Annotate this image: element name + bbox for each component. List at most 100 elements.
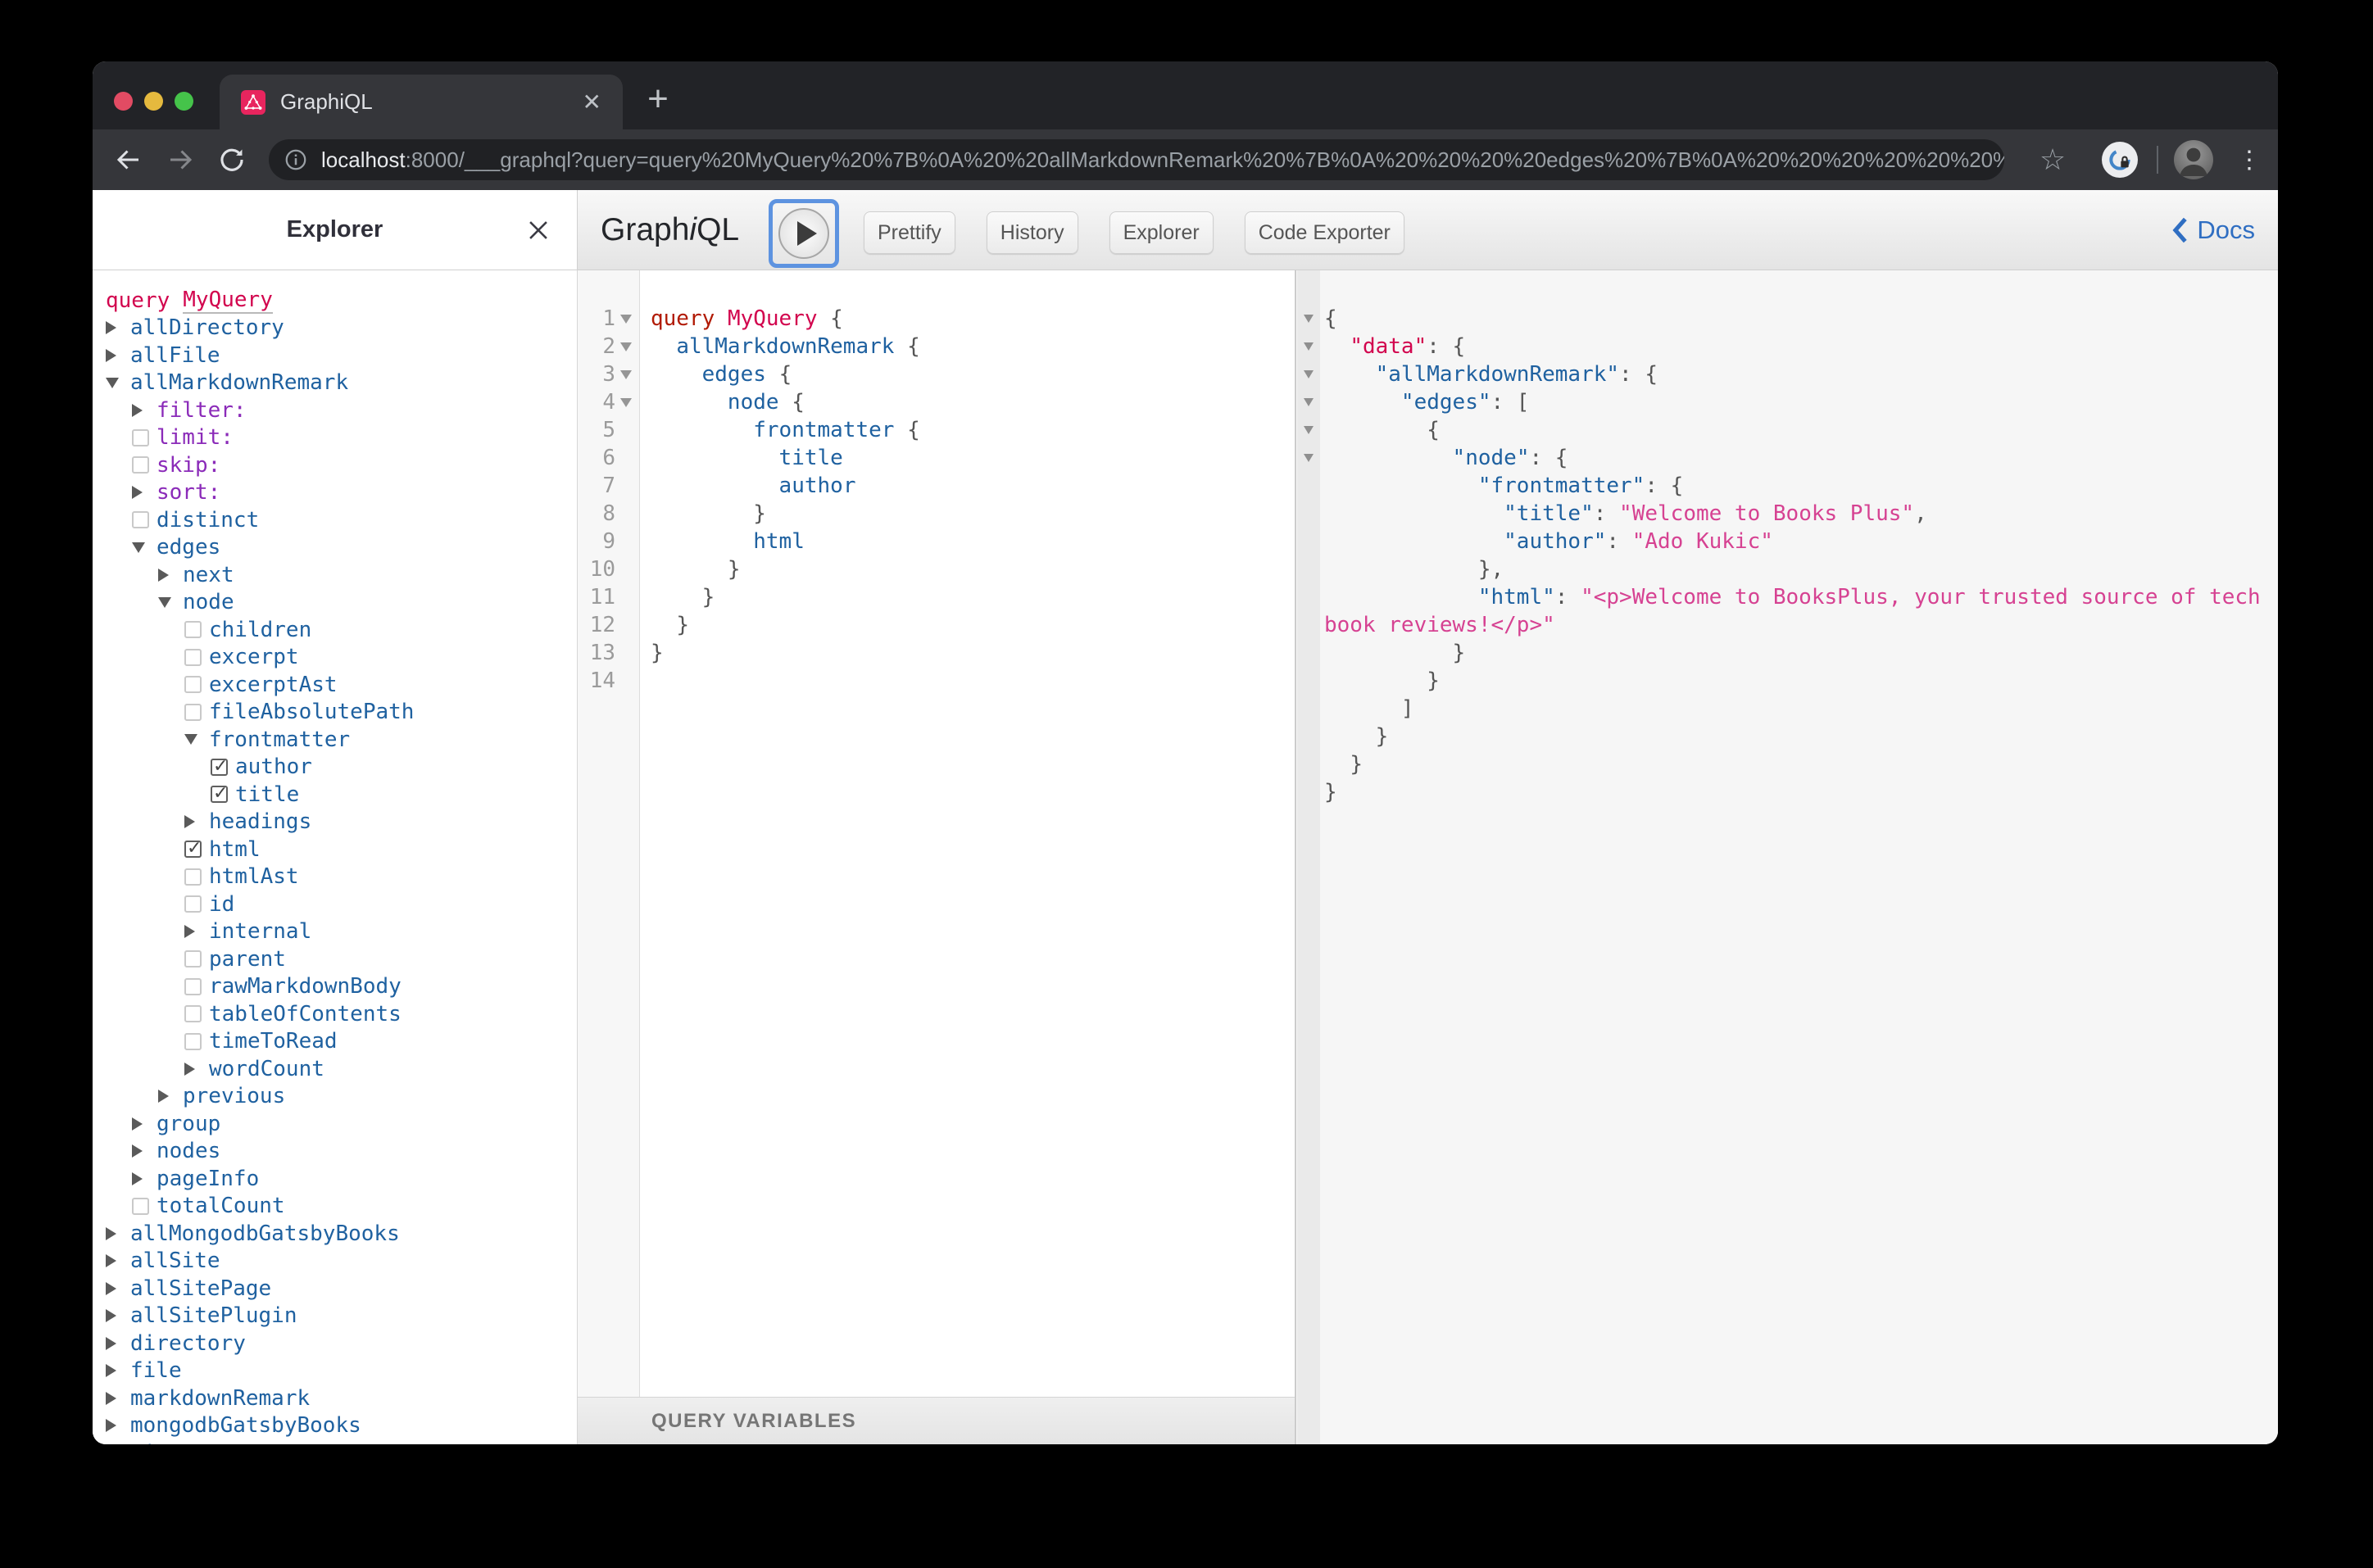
checkbox[interactable]: [132, 429, 149, 446]
back-button[interactable]: [106, 129, 152, 190]
explorer-row-nodes[interactable]: nodes: [93, 1138, 577, 1166]
field-label[interactable]: edges: [157, 535, 220, 560]
explorer-row-allSitePage[interactable]: allSitePage: [93, 1275, 577, 1303]
explorer-row-totalCount[interactable]: totalCount: [93, 1193, 577, 1221]
field-label[interactable]: timeToRead: [209, 1029, 338, 1054]
field-label[interactable]: headings: [209, 809, 311, 834]
field-label[interactable]: distinct: [157, 508, 259, 532]
explorer-row-group[interactable]: group: [93, 1110, 577, 1138]
fold-arrow-icon[interactable]: [620, 342, 632, 351]
query-editor[interactable]: 1234567891011121314 query MyQuery { allM…: [578, 270, 1295, 1444]
explorer-row-title[interactable]: title: [93, 781, 577, 809]
explorer-row-allFile[interactable]: allFile: [93, 342, 577, 369]
explorer-row-parent[interactable]: parent: [93, 945, 577, 973]
address-field[interactable]: localhost:8000/___graphql?query=query%20…: [269, 139, 2004, 180]
expand-arrow-icon[interactable]: [106, 1337, 116, 1350]
checkbox[interactable]: [132, 511, 149, 528]
expand-arrow-icon[interactable]: [132, 1172, 143, 1185]
collapse-arrow-icon[interactable]: [158, 597, 171, 608]
expand-arrow-icon[interactable]: [106, 1419, 116, 1432]
forward-button[interactable]: [157, 129, 203, 190]
field-label[interactable]: node: [183, 590, 234, 614]
expand-arrow-icon[interactable]: [106, 1364, 116, 1377]
explorer-row-distinct[interactable]: distinct: [93, 506, 577, 534]
field-label[interactable]: allSite: [130, 1249, 220, 1273]
field-label[interactable]: site: [130, 1441, 182, 1444]
checkbox[interactable]: [184, 621, 202, 638]
explorer-row-pageInfo[interactable]: pageInfo: [93, 1165, 577, 1193]
explorer-toggle-button[interactable]: Explorer: [1109, 211, 1214, 254]
explorer-row-sort[interactable]: sort:: [93, 479, 577, 507]
field-label[interactable]: allSitePage: [130, 1276, 271, 1301]
field-label[interactable]: allMongodbGatsbyBooks: [130, 1221, 400, 1246]
checkbox-checked[interactable]: [211, 786, 228, 803]
field-label[interactable]: title: [235, 782, 299, 807]
collapse-arrow-icon[interactable]: [106, 378, 119, 388]
new-tab-button[interactable]: +: [633, 75, 683, 124]
explorer-row-html[interactable]: html: [93, 836, 577, 863]
checkbox[interactable]: [184, 950, 202, 968]
fold-arrow-icon[interactable]: [1304, 426, 1314, 434]
fold-arrow-icon[interactable]: [1304, 454, 1314, 462]
explorer-row-rawMarkdownBody[interactable]: rawMarkdownBody: [93, 973, 577, 1001]
explorer-row-allSitePlugin[interactable]: allSitePlugin: [93, 1303, 577, 1330]
field-label[interactable]: excerptAst: [209, 673, 338, 697]
explorer-row-next[interactable]: next: [93, 561, 577, 589]
explorer-row-markdownRemark[interactable]: markdownRemark: [93, 1384, 577, 1412]
code-exporter-button[interactable]: Code Exporter: [1245, 211, 1404, 254]
explorer-row-timeToRead[interactable]: timeToRead: [93, 1028, 577, 1056]
expand-arrow-icon[interactable]: [132, 404, 143, 417]
field-label[interactable]: excerpt: [209, 645, 299, 669]
expand-arrow-icon[interactable]: [106, 1227, 116, 1240]
field-label[interactable]: allSitePlugin: [130, 1303, 297, 1328]
field-label[interactable]: group: [157, 1112, 220, 1136]
expand-arrow-icon[interactable]: [106, 1254, 116, 1267]
checkbox[interactable]: [184, 676, 202, 693]
docs-link[interactable]: Docs: [2171, 190, 2255, 270]
fold-arrow-icon[interactable]: [1304, 315, 1314, 323]
checkbox[interactable]: [184, 704, 202, 721]
browser-menu-icon[interactable]: ⋮: [2233, 129, 2266, 190]
field-label[interactable]: directory: [130, 1331, 246, 1356]
field-label[interactable]: parent: [209, 947, 286, 972]
profile-avatar[interactable]: [2174, 140, 2213, 179]
explorer-row-fileAbsolutePath[interactable]: fileAbsolutePath: [93, 699, 577, 727]
field-label[interactable]: previous: [183, 1084, 285, 1108]
explorer-row-edges[interactable]: edges: [93, 534, 577, 562]
field-label[interactable]: markdownRemark: [130, 1386, 310, 1411]
field-label[interactable]: fileAbsolutePath: [209, 700, 414, 724]
explorer-row-site[interactable]: site: [93, 1439, 577, 1444]
explorer-row-allDirectory[interactable]: allDirectory: [93, 315, 577, 342]
explorer-row-previous[interactable]: previous: [93, 1083, 577, 1111]
fold-arrow-icon[interactable]: [1304, 370, 1314, 378]
field-label[interactable]: mongodbGatsbyBooks: [130, 1413, 361, 1438]
expand-arrow-icon[interactable]: [106, 349, 116, 362]
field-label[interactable]: internal: [209, 919, 311, 944]
fold-arrow-icon[interactable]: [620, 398, 632, 407]
fold-arrow-icon[interactable]: [1304, 398, 1314, 406]
field-label[interactable]: allMarkdownRemark: [130, 370, 348, 395]
field-label[interactable]: limit:: [157, 425, 234, 450]
fold-arrow-icon[interactable]: [620, 315, 632, 324]
collapse-arrow-icon[interactable]: [132, 542, 145, 553]
explorer-row-file[interactable]: file: [93, 1357, 577, 1385]
field-label[interactable]: filter:: [157, 398, 247, 423]
expand-arrow-icon[interactable]: [158, 1090, 169, 1103]
checkbox-checked[interactable]: [184, 841, 202, 858]
field-label[interactable]: htmlAst: [209, 864, 299, 889]
field-label[interactable]: frontmatter: [209, 727, 350, 752]
field-label[interactable]: totalCount: [157, 1194, 285, 1218]
field-label[interactable]: author: [235, 755, 312, 779]
window-close-button[interactable]: [114, 92, 133, 111]
checkbox[interactable]: [184, 1033, 202, 1050]
explorer-close-icon[interactable]: [524, 190, 552, 270]
bookmark-star-icon[interactable]: ☆: [2035, 129, 2071, 190]
expand-arrow-icon[interactable]: [106, 1392, 116, 1405]
extension-icon[interactable]: [2102, 142, 2138, 178]
query-name-input[interactable]: MyQuery: [183, 288, 273, 314]
expand-arrow-icon[interactable]: [132, 486, 143, 499]
fold-arrow-icon[interactable]: [620, 370, 632, 379]
expand-arrow-icon[interactable]: [132, 1117, 143, 1131]
prettify-button[interactable]: Prettify: [864, 211, 955, 254]
execute-query-button[interactable]: [778, 208, 829, 259]
